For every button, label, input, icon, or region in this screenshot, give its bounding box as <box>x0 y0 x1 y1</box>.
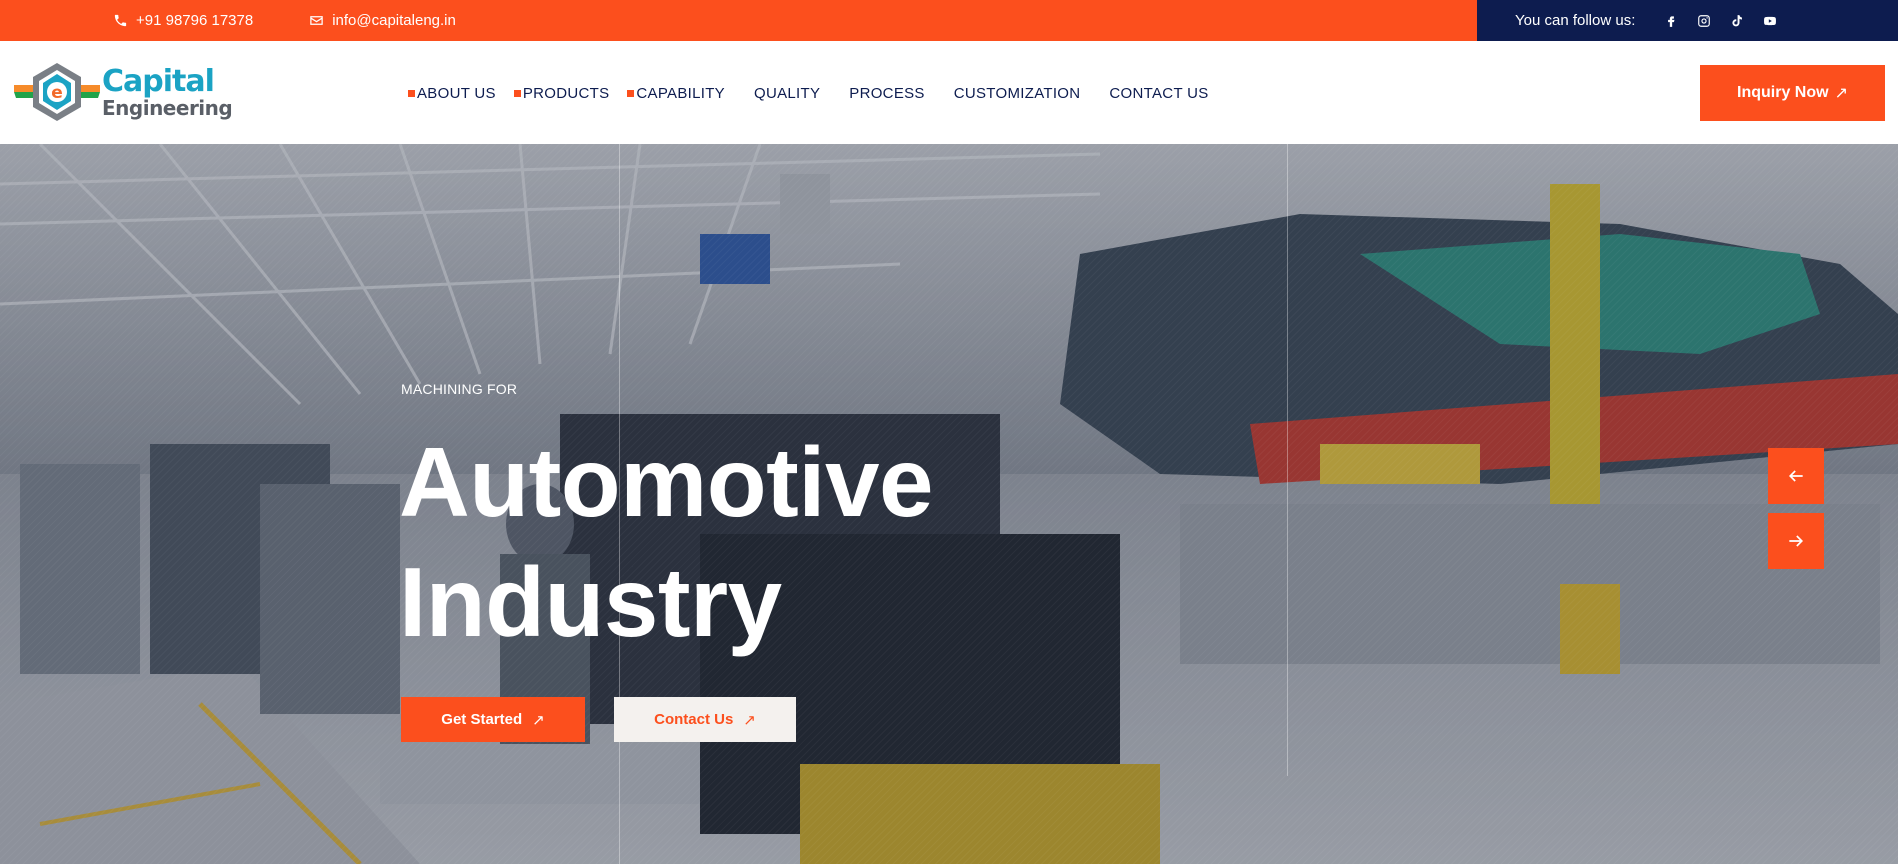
nav-contact-us[interactable]: CONTACT US <box>1109 85 1208 102</box>
contact-us-button[interactable]: Contact Us ↗ <box>614 697 796 742</box>
topbar-contact: +91 98796 17378 info@capitaleng.in <box>0 0 1477 41</box>
nav-label: ABOUT US <box>417 84 496 102</box>
top-bar: +91 98796 17378 info@capitaleng.in You c… <box>0 0 1898 41</box>
nav-about-us[interactable]: ABOUT US <box>408 85 496 102</box>
contact-us-label: Contact Us <box>654 711 734 728</box>
email-link[interactable]: info@capitaleng.in <box>309 12 456 29</box>
get-started-button[interactable]: Get Started ↗ <box>401 697 585 742</box>
slider-prev-button[interactable] <box>1768 448 1824 504</box>
hero-title: Automotive Industry <box>399 422 934 662</box>
nav-quality[interactable]: QUALITY <box>754 85 820 102</box>
follow-label: You can follow us: <box>1515 12 1636 29</box>
logo[interactable]: e Capital Engineering <box>14 61 233 123</box>
nav-label: QUALITY <box>753 84 821 102</box>
svg-text:e: e <box>51 83 63 103</box>
hero-texture <box>0 144 1898 864</box>
nav-label: CONTACT US <box>1109 84 1209 102</box>
hero-slider: MACHINING FOR Automotive Industry Get St… <box>0 144 1898 864</box>
logo-word-capital: Capital <box>102 63 215 99</box>
hero-divider-line <box>1287 144 1288 776</box>
nav-process[interactable]: PROCESS <box>849 85 924 102</box>
inquiry-now-button[interactable]: Inquiry Now ↗ <box>1700 65 1885 121</box>
email-address: info@capitaleng.in <box>332 12 456 29</box>
nav-customization[interactable]: CUSTOMIZATION <box>954 85 1081 102</box>
tiktok-icon[interactable] <box>1729 13 1745 29</box>
logo-mark: e <box>14 61 100 123</box>
hero-title-line-2: Industry <box>399 547 782 657</box>
arrow-left-icon <box>1788 470 1803 482</box>
main-nav: ABOUT US PRODUCTS CAPABILITY QUALITY PRO… <box>408 83 1238 103</box>
nav-products[interactable]: PRODUCTS <box>513 84 610 102</box>
logo-text: Capital Engineering <box>102 63 233 120</box>
instagram-icon[interactable] <box>1696 13 1712 29</box>
hero-title-line-1: Automotive <box>399 427 934 537</box>
topbar-social: You can follow us: <box>1477 0 1898 41</box>
logo-word-engineering: Engineering <box>102 95 233 120</box>
nav-dropdown-marker <box>408 89 415 97</box>
phone-number: +91 98796 17378 <box>136 12 254 29</box>
nav-capability[interactable]: CAPABILITY <box>627 85 725 102</box>
facebook-icon[interactable] <box>1663 13 1679 29</box>
hero-eyebrow: MACHINING FOR <box>401 381 518 397</box>
nav-label: CAPABILITY <box>636 84 725 102</box>
inquiry-now-label: Inquiry Now <box>1737 84 1829 101</box>
arrow-right-icon <box>1789 535 1804 547</box>
phone-link[interactable]: +91 98796 17378 <box>113 12 253 29</box>
youtube-icon[interactable] <box>1762 13 1778 29</box>
nav-label: PRODUCTS <box>522 84 610 102</box>
site-header: e Capital Engineering ABOUT US PRODUCTS … <box>0 41 1898 144</box>
arrow-up-right-icon: ↗ <box>1834 85 1848 102</box>
envelope-icon <box>310 16 323 25</box>
nav-label: CUSTOMIZATION <box>953 84 1081 102</box>
arrow-up-right-icon: ↗ <box>532 711 545 729</box>
phone-icon <box>114 14 127 27</box>
nav-dropdown-marker <box>627 89 635 97</box>
slider-next-button[interactable] <box>1768 513 1824 569</box>
nav-dropdown-marker <box>513 89 521 97</box>
nav-label: PROCESS <box>849 84 925 102</box>
get-started-label: Get Started <box>441 711 523 728</box>
arrow-up-right-icon: ↗ <box>743 711 756 729</box>
